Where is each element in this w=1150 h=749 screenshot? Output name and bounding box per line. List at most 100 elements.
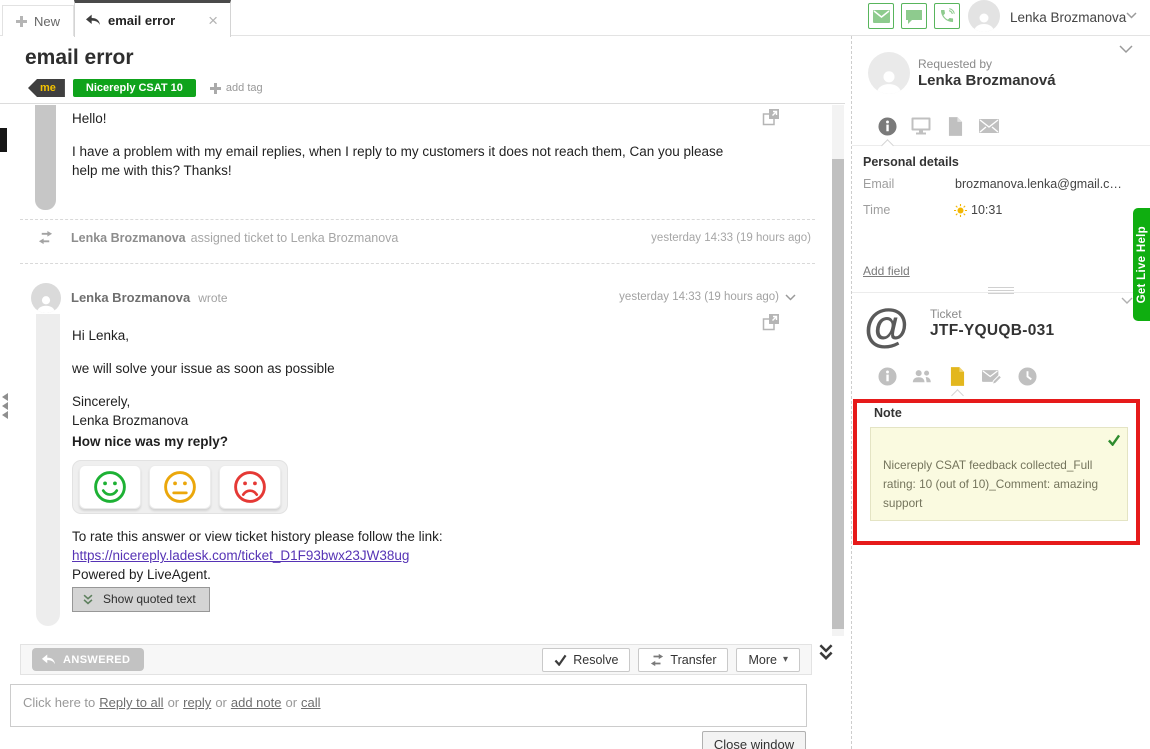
tab-ticket-history[interactable]	[1017, 366, 1037, 386]
note-field[interactable]: Nicereply CSAT feedback collected_Full r…	[870, 427, 1128, 521]
more-button[interactable]: More ▾	[736, 648, 800, 672]
assignment-timestamp: yesterday 14:33 (19 hours ago)	[640, 232, 811, 244]
collapse-thread-icon[interactable]	[818, 643, 834, 661]
rate-instruction: To rate this answer or view ticket histo…	[72, 528, 692, 547]
ticket-tabs	[877, 366, 1037, 386]
happy-face-icon	[92, 469, 128, 505]
tag-me[interactable]: me	[28, 79, 65, 97]
add-tag-button[interactable]: add tag	[210, 82, 263, 94]
check-icon	[554, 654, 567, 666]
status-label: ANSWERED	[63, 654, 130, 666]
open-message-icon[interactable]	[762, 313, 780, 331]
action-bar: ANSWERED Resolve Transfer More ▾	[20, 644, 812, 675]
topbar: New email error × Lenka Brozmanova	[0, 0, 1150, 36]
open-message-icon[interactable]	[762, 108, 780, 126]
email-label: Email	[863, 177, 894, 191]
group-icon	[912, 368, 932, 384]
tag-nicereply-csat[interactable]: Nicereply CSAT 10	[73, 79, 196, 97]
add-field-link[interactable]: Add field	[863, 264, 910, 278]
tab-ticket-info[interactable]	[877, 366, 897, 386]
personal-details-title: Personal details	[863, 155, 959, 169]
reply-link[interactable]: reply	[183, 695, 211, 710]
tab-email-error[interactable]: email error ×	[74, 0, 231, 37]
reply-icon	[41, 653, 56, 666]
survey-question: How nice was my reply?	[72, 433, 692, 452]
resolve-button[interactable]: Resolve	[542, 648, 630, 672]
sun-icon	[954, 204, 967, 217]
reply-icon	[85, 13, 101, 27]
panel-resize-grip[interactable]	[988, 287, 1014, 294]
tab-email-error-label: email error	[108, 13, 175, 28]
monitor-icon	[911, 117, 931, 135]
note-document-icon	[950, 367, 965, 386]
transfer-button[interactable]: Transfer	[638, 648, 728, 672]
ticket-label: Ticket	[930, 307, 962, 321]
envelope-icon	[873, 10, 890, 23]
requester-name: Lenka Brozmanová	[918, 72, 1056, 89]
csat-rating-panel	[72, 460, 288, 514]
sidebar-divider	[852, 145, 1150, 146]
reply-greeting: Hi Lenka,	[72, 327, 692, 346]
tab-ticket-contacts[interactable]	[912, 366, 932, 386]
scrollbar-thumb[interactable]	[832, 159, 844, 629]
powered-by: Powered by LiveAgent.	[72, 566, 692, 585]
user-avatar[interactable]	[968, 0, 1000, 32]
get-live-help-label: Get Live Help	[1136, 226, 1148, 303]
thread-scrollbar[interactable]	[832, 105, 844, 636]
envelope-icon	[979, 119, 999, 133]
assignment-actor: Lenka Brozmanova	[71, 231, 186, 245]
tab-requester-tickets[interactable]	[945, 116, 965, 136]
reply-to-all-link[interactable]: Reply to all	[99, 695, 163, 710]
collapse-panel-icon[interactable]	[1, 392, 9, 420]
person-icon	[972, 10, 996, 32]
thread-divider	[0, 103, 845, 104]
show-quoted-text-button[interactable]: Show quoted text	[72, 587, 210, 612]
collapse-ticket-icon[interactable]	[1121, 297, 1133, 305]
close-window-button[interactable]: Close window	[702, 731, 806, 749]
close-tab-icon[interactable]: ×	[206, 12, 220, 29]
add-note-link[interactable]: add note	[231, 695, 282, 710]
user-menu[interactable]: Lenka Brozmanova	[1010, 10, 1126, 25]
tab-requester-info[interactable]	[877, 116, 897, 136]
reply-input[interactable]: Click here toReply to allorreplyoradd no…	[10, 684, 807, 727]
collapse-requester-icon[interactable]	[1119, 45, 1133, 54]
message-author: Lenka Brozmanovawrote	[71, 290, 228, 305]
wrote-label: wrote	[198, 291, 227, 305]
customer-message: Hello! I have a problem with my email re…	[72, 110, 732, 181]
new-call-button[interactable]	[934, 3, 960, 29]
rating-bad-button[interactable]	[219, 465, 281, 509]
get-live-help-tab[interactable]: Get Live Help	[1133, 208, 1150, 321]
new-chat-button[interactable]	[901, 3, 927, 29]
tab-ticket-compose[interactable]	[982, 366, 1002, 386]
nicereply-link[interactable]: https://nicereply.ladesk.com/ticket_D1F9…	[72, 548, 409, 563]
tags-row: me Nicereply CSAT 10 add tag	[28, 79, 263, 97]
active-tab-notch	[881, 139, 894, 152]
tab-new-label: New	[34, 14, 60, 29]
tab-ticket-notes[interactable]	[947, 366, 967, 386]
info-icon	[878, 367, 897, 386]
tab-requester-sessions[interactable]	[911, 116, 931, 136]
new-email-button[interactable]	[868, 3, 894, 29]
tab-requester-emails[interactable]	[979, 116, 999, 136]
info-icon	[878, 117, 897, 136]
rating-good-button[interactable]	[79, 465, 141, 509]
reply-signature: Lenka Brozmanova	[72, 412, 692, 431]
reply-body: we will solve your issue as soon as poss…	[72, 360, 692, 379]
transfer-icon	[650, 653, 664, 667]
chat-bubble-icon	[906, 9, 922, 24]
message-greeting: Hello!	[72, 110, 732, 129]
plus-icon	[210, 83, 221, 94]
message-timestamp[interactable]: yesterday 14:33 (19 hours ago)	[610, 291, 796, 303]
tab-new[interactable]: New	[2, 5, 74, 36]
user-menu-chevron-icon[interactable]	[1126, 12, 1137, 19]
requester-tabs	[877, 116, 999, 136]
email-value: brozmanova.lenka@gmail.c…	[955, 177, 1122, 191]
time-label: Time	[863, 203, 890, 217]
agent-reply: Hi Lenka, we will solve your issue as so…	[72, 327, 692, 585]
show-quoted-label: Show quoted text	[103, 592, 196, 606]
sad-face-icon	[232, 469, 268, 505]
liveagent-app: New email error × Lenka Brozmanova email…	[0, 0, 1150, 749]
call-link[interactable]: call	[301, 695, 321, 710]
message-thread-bar	[35, 105, 56, 210]
rating-neutral-button[interactable]	[149, 465, 211, 509]
